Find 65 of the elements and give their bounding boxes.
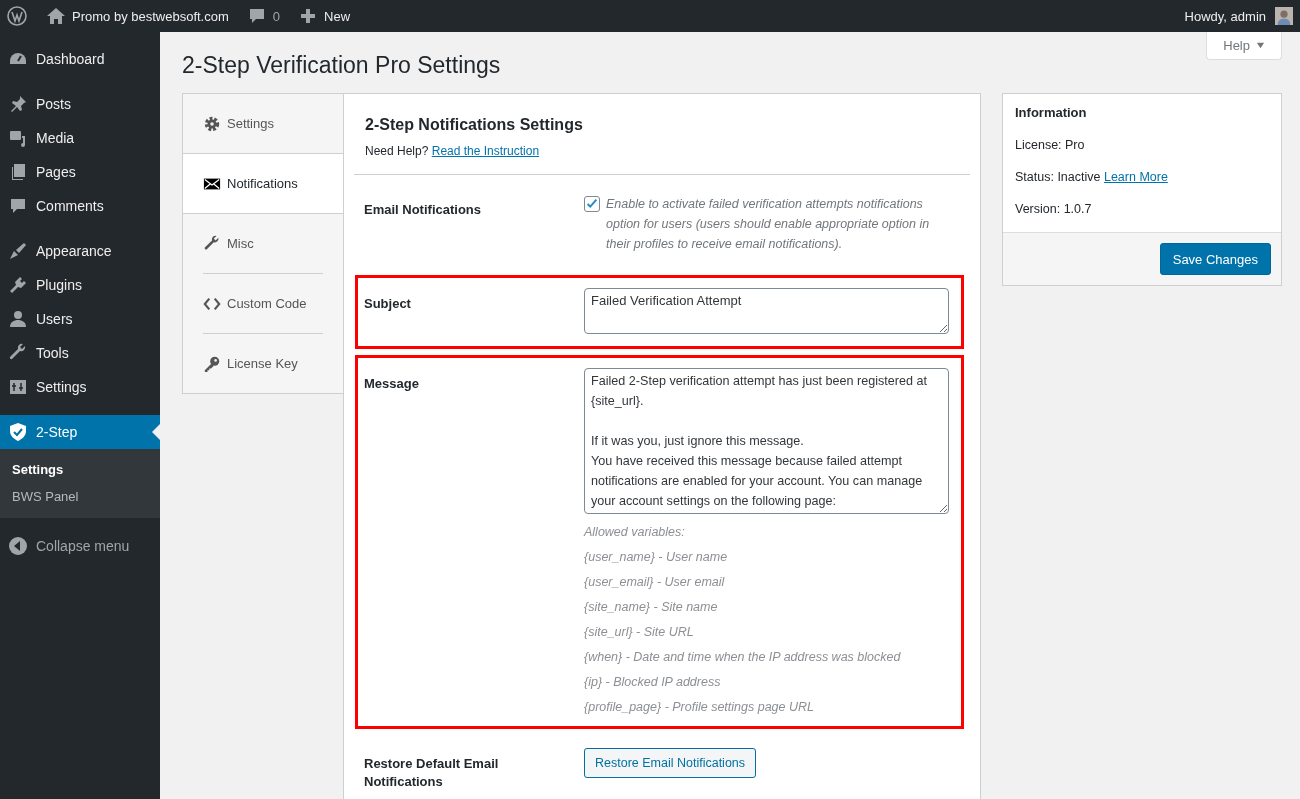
greeting[interactable]: Howdy, admin	[1175, 8, 1275, 24]
site-name[interactable]: Promo by bestwebsoft.com	[72, 8, 229, 24]
checkbox-description: Enable to activate failed verification attempts notifications option for users (users should enable appropriate option in their profiles to receive email notifications).	[606, 196, 931, 253]
learn-more-link[interactable]: Learn More	[1103, 170, 1168, 184]
menu-item[interactable]: Pages	[0, 155, 160, 189]
submenu-item[interactable]: BWS Panel	[0, 483, 160, 510]
menu-item[interactable]: Appearance	[0, 234, 160, 268]
save-changes-button[interactable]: Save Changes	[1159, 243, 1271, 275]
menu-item[interactable]: Users	[0, 302, 160, 336]
info-label: Version: 1.0.7	[1015, 202, 1092, 216]
wordpress-logo-icon	[7, 6, 27, 26]
house-icon	[46, 6, 66, 26]
key-icon	[203, 354, 221, 373]
checkbox[interactable]	[584, 196, 600, 212]
sliders-icon	[8, 377, 28, 397]
instruction-link[interactable]: Read the Instruction	[431, 144, 540, 158]
variable-description: {user_email} - User email	[584, 576, 726, 589]
speech-bubble-icon	[8, 196, 28, 216]
camera-music-icon	[8, 128, 28, 148]
info-label: Status: Inactive	[1015, 170, 1101, 184]
menu-item[interactable]: Plugins	[0, 268, 160, 302]
tab[interactable]: License Key	[183, 334, 343, 393]
person-icon	[8, 309, 28, 329]
menu-item[interactable]: Tools	[0, 336, 160, 370]
info-label: License: Pro	[1015, 138, 1085, 152]
collapse-menu-button[interactable]: Collapse menu	[0, 529, 160, 563]
variable-description: {ip} - Blocked IP address	[584, 676, 722, 689]
site-link[interactable]: Promo by bestwebsoft.com	[37, 6, 238, 26]
paintbrush-icon	[8, 241, 28, 261]
submenu-item[interactable]: Settings	[0, 456, 160, 483]
field-label: Subject	[364, 295, 412, 313]
page-title: 2-Step Verification Pro Settings	[182, 52, 501, 79]
new-link[interactable]: New	[324, 8, 351, 24]
caret-icon	[1256, 41, 1265, 50]
variable-description: {site_url} - Site URL	[584, 626, 695, 639]
menu-item[interactable]: Media	[0, 121, 160, 155]
comment-count[interactable]: 0	[272, 8, 281, 24]
variable-description: {site_name} - Site name	[584, 601, 719, 614]
plug-icon	[8, 275, 28, 295]
shield-icon	[8, 422, 28, 442]
tab[interactable]: Settings	[183, 94, 343, 153]
section-title: 2-Step Notifications Settings	[365, 116, 584, 134]
menu-item[interactable]: Settings	[0, 370, 160, 404]
subject-field[interactable]: Failed Verification Attempt	[584, 288, 949, 334]
menu-item[interactable]: 2-Step	[0, 415, 160, 449]
variables-heading: Allowed variables:	[584, 526, 686, 539]
tab[interactable]: Notifications	[183, 153, 344, 214]
tab[interactable]: Misc	[183, 214, 343, 273]
field-label: Message	[364, 375, 420, 393]
field-label: Email Notifications	[364, 201, 483, 219]
menu-item[interactable]: Posts	[0, 87, 160, 121]
help-text: Need Help?	[365, 144, 429, 158]
gear-icon	[203, 114, 221, 133]
restore-button[interactable]: Restore Email Notifications	[584, 748, 757, 778]
variable-description: {user_name} - User name	[584, 551, 729, 564]
field-label: Restore Default Email Notifications	[364, 755, 500, 791]
message-field[interactable]: Failed 2-Step verification attempt has just been registered at {site_url}. If it was you, just ignore this message. You have received this message because failed attempt notifications are enabled for your account. You can manage your account settings on the following page:	[584, 368, 949, 514]
variable-description: {when} - Date and time when the IP address was blocked	[584, 651, 902, 664]
menu-item[interactable]: Comments	[0, 189, 160, 223]
avatar-icon[interactable]	[1275, 7, 1293, 25]
tab[interactable]: Custom Code	[183, 274, 343, 333]
help-button[interactable]: Help	[1206, 32, 1282, 60]
information-title: Information	[1015, 105, 1088, 120]
variable-description: {profile_page} - Profile settings page URL	[584, 701, 815, 714]
menu-item[interactable]: Dashboard	[0, 42, 160, 76]
